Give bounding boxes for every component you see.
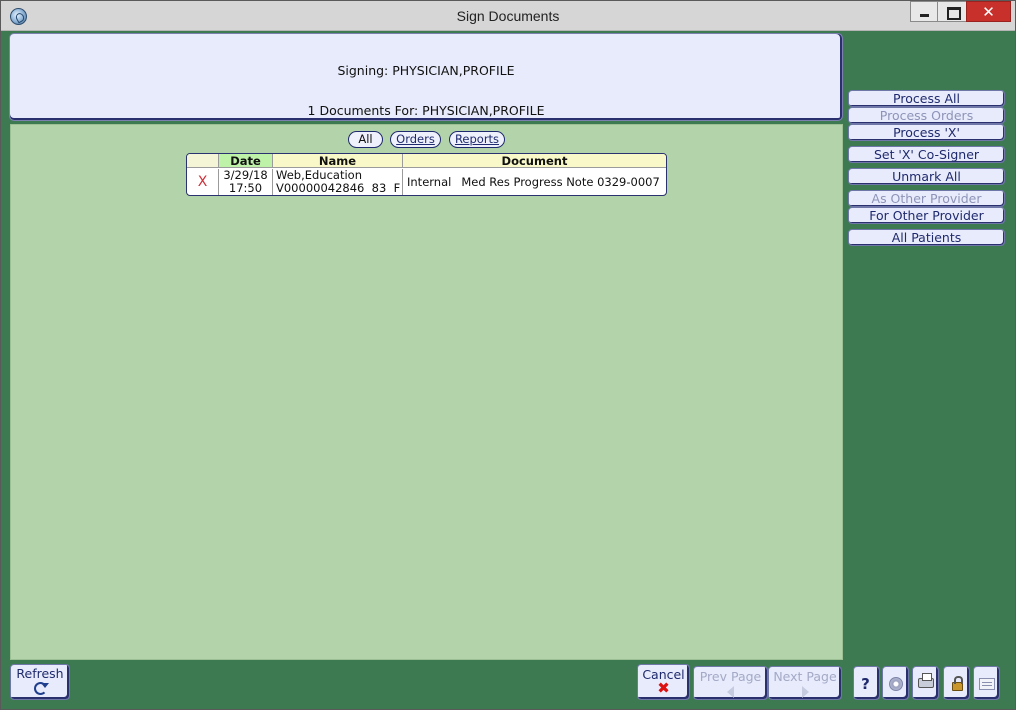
prev-page-button[interactable]: Prev Page — [693, 666, 768, 700]
process-x-button[interactable]: Process 'X' — [848, 124, 1005, 141]
next-page-button[interactable]: Next Page — [768, 666, 842, 700]
documents-list-panel: All Orders Reports Date Name Document X … — [10, 124, 843, 660]
column-header-date[interactable]: Date — [219, 154, 273, 168]
refresh-icon — [33, 682, 49, 695]
filter-tabs: All Orders Reports — [11, 131, 844, 148]
filter-reports-tab[interactable]: Reports — [449, 131, 505, 148]
arrow-right-icon — [801, 686, 809, 698]
help-icon: ? — [861, 675, 870, 693]
minimize-button[interactable] — [910, 1, 937, 22]
cancel-x-icon: ✖ — [657, 679, 670, 697]
column-header-document[interactable]: Document — [403, 154, 666, 168]
card-button[interactable] — [973, 666, 1000, 700]
lock-button[interactable] — [943, 666, 970, 700]
print-button[interactable] — [912, 666, 939, 700]
disc-icon — [889, 677, 903, 691]
disc-button[interactable] — [882, 666, 909, 700]
process-orders-button[interactable]: Process Orders — [848, 107, 1005, 124]
refresh-button[interactable]: Refresh — [10, 664, 70, 700]
as-other-provider-button[interactable]: As Other Provider — [848, 190, 1005, 207]
row-document-type: Internal — [407, 175, 452, 189]
title-bar: Sign Documents ✕ — [1, 1, 1015, 31]
maximize-button[interactable] — [937, 1, 966, 22]
for-other-provider-button[interactable]: For Other Provider — [848, 207, 1005, 224]
window-title: Sign Documents — [456, 8, 560, 24]
arrow-left-icon — [727, 686, 734, 698]
signing-header-panel: Signing: PHYSICIAN,PROFILE 1 Documents F… — [9, 33, 843, 121]
column-header-mark — [187, 154, 219, 168]
row-document-title: Med Res Progress Note 0329-0007 — [461, 175, 660, 189]
row-time: 17:50 — [228, 181, 263, 195]
prev-page-label: Prev Page — [699, 669, 762, 684]
help-button[interactable]: ? — [853, 666, 880, 700]
id-card-icon — [979, 678, 995, 690]
printer-icon — [918, 673, 934, 688]
set-x-cosigner-button[interactable]: Set 'X' Co-Signer — [848, 146, 1005, 163]
cancel-button[interactable]: Cancel ✖ — [637, 664, 690, 700]
close-button[interactable]: ✕ — [966, 1, 1011, 22]
row-patient-id: V00000042846 83 F — [276, 181, 401, 195]
row-name-cell: Web,Education V00000042846 83 F — [273, 169, 403, 195]
column-header-name[interactable]: Name — [273, 154, 403, 168]
row-mark-x[interactable]: X — [187, 169, 219, 195]
refresh-label: Refresh — [16, 666, 64, 681]
lock-icon — [952, 676, 963, 691]
close-icon: ✕ — [982, 3, 995, 21]
all-patients-button[interactable]: All Patients — [848, 229, 1005, 246]
next-page-label: Next Page — [773, 669, 837, 684]
row-date-cell: 3/29/18 17:50 — [219, 169, 273, 195]
process-all-button[interactable]: Process All — [848, 90, 1005, 107]
unmark-all-button[interactable]: Unmark All — [848, 168, 1005, 185]
documents-for-label: 1 Documents For: PHYSICIAN,PROFILE — [307, 103, 545, 118]
signing-label: Signing: PHYSICIAN,PROFILE — [337, 63, 515, 78]
documents-table: Date Name Document X 3/29/18 17:50 Web,E… — [186, 153, 667, 196]
filter-orders-tab[interactable]: Orders — [390, 131, 441, 148]
row-document-cell: Internal Med Res Progress Note 0329-0007 — [403, 169, 666, 195]
table-row[interactable]: X 3/29/18 17:50 Web,Education V000000428… — [187, 169, 666, 195]
sign-documents-window: Sign Documents ✕ Signing: PHYSICIAN,PROF… — [0, 0, 1016, 710]
filter-all-tab[interactable]: All — [348, 131, 383, 148]
